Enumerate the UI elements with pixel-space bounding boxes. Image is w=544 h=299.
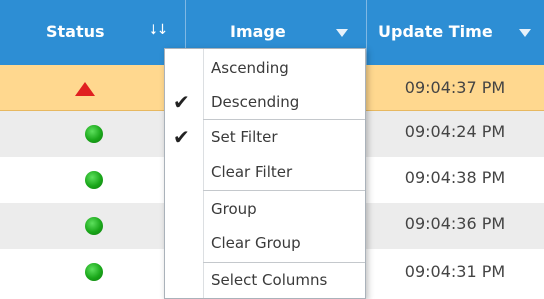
green-status-dot-icon <box>85 125 103 143</box>
checkmark-icon: ✔ <box>173 125 190 149</box>
column-context-menu: Ascending ✔ Descending ✔ Set Filter Clea… <box>164 48 366 299</box>
menu-item-label: Ascending <box>211 59 289 77</box>
menu-item-label: Group <box>211 200 257 218</box>
update-time-cell: 09:04:24 PM <box>404 122 506 141</box>
menu-item-clear-filter[interactable]: Clear Filter <box>165 155 365 189</box>
filter-dropdown-icon[interactable] <box>519 29 531 37</box>
green-status-dot-icon <box>85 263 103 281</box>
column-header-status[interactable]: Status ⭣↓ <box>0 0 185 65</box>
menu-item-select-columns[interactable]: Select Columns <box>165 263 365 297</box>
checkmark-icon: ✔ <box>173 90 190 114</box>
menu-item-ascending[interactable]: Ascending <box>165 51 365 85</box>
menu-item-group[interactable]: Group <box>165 192 365 226</box>
sort-desc-icon[interactable]: ⭣↓ <box>150 22 168 38</box>
menu-item-label: Clear Group <box>211 234 301 252</box>
green-status-dot-icon <box>85 217 103 235</box>
update-time-cell: 09:04:31 PM <box>404 262 506 281</box>
column-header-image-label: Image <box>230 22 286 41</box>
green-status-dot-icon <box>85 171 103 189</box>
column-header-update-time-label: Update Time <box>378 22 493 41</box>
column-header-update-time[interactable]: Update Time <box>367 0 544 65</box>
menu-item-label: Clear Filter <box>211 163 293 181</box>
menu-item-label: Descending <box>211 93 300 111</box>
column-header-status-label: Status <box>46 22 105 41</box>
warning-triangle-icon <box>75 82 95 96</box>
update-time-cell: 09:04:38 PM <box>404 168 506 187</box>
menu-item-set-filter[interactable]: ✔ Set Filter <box>165 120 365 154</box>
menu-item-descending[interactable]: ✔ Descending <box>165 85 365 119</box>
menu-item-label: Select Columns <box>211 271 328 289</box>
menu-item-clear-group[interactable]: Clear Group <box>165 226 365 260</box>
menu-item-label: Set Filter <box>211 128 278 146</box>
menu-divider <box>203 190 365 191</box>
filter-dropdown-icon[interactable] <box>336 29 348 37</box>
update-time-cell: 09:04:37 PM <box>404 78 506 97</box>
update-time-cell: 09:04:36 PM <box>404 214 506 233</box>
